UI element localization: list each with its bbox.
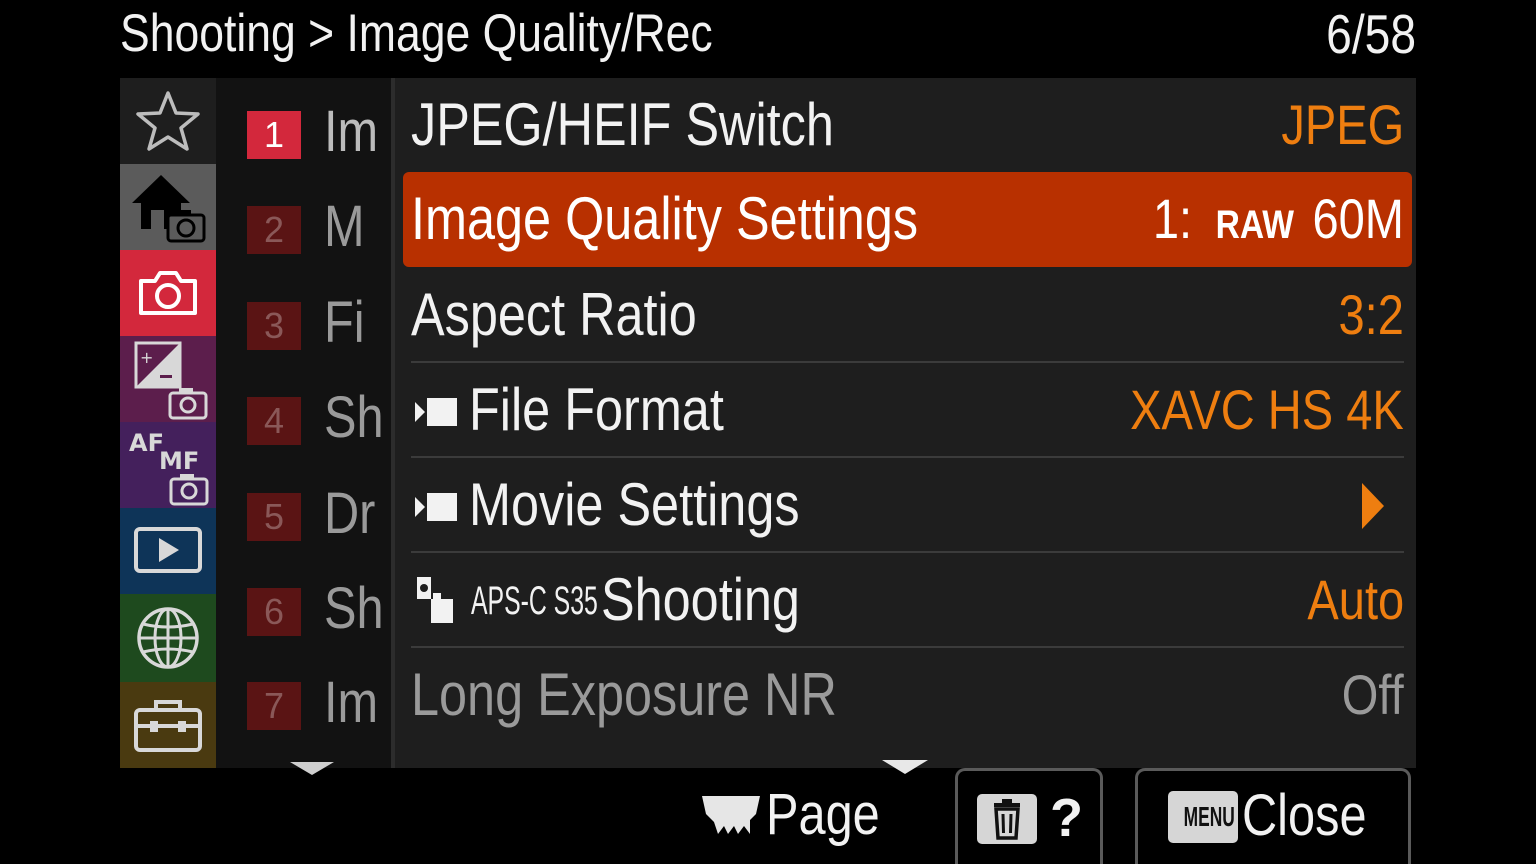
- subtab-label: Sh: [324, 385, 384, 450]
- menu-item-image-quality-settings[interactable]: Image Quality Settings 1: RAW 60M: [403, 172, 1412, 267]
- subtab-list: 1 Im 2 M 3 Fi 4 Sh 5 Dr 6 Sh 7 Im: [216, 78, 391, 768]
- subtab-number: 6: [247, 588, 301, 636]
- subtab-number: 2: [247, 206, 301, 254]
- subtab-2[interactable]: 2 M: [216, 178, 391, 273]
- tab-exposure-color[interactable]: +: [120, 336, 216, 422]
- item-label: Image Quality Settings: [411, 185, 919, 252]
- page-hint: Page: [700, 778, 900, 852]
- tab-my-menu[interactable]: [120, 78, 216, 164]
- delete-help-button[interactable]: ?: [955, 768, 1103, 864]
- subtab-6[interactable]: 6 Sh: [216, 560, 391, 655]
- svg-text:MF: MF: [159, 447, 199, 475]
- menu-item-list: JPEG/HEIF Switch JPEG Image Quality Sett…: [391, 78, 1416, 768]
- dial-icon: [702, 796, 760, 834]
- tab-main[interactable]: [120, 164, 216, 250]
- globe-icon: [137, 607, 199, 669]
- item-value: 3:2: [1338, 283, 1404, 346]
- menu-item-apsc-s35-shooting[interactable]: APS-C S35 Shooting Auto: [411, 553, 1404, 648]
- tab-shooting[interactable]: [120, 250, 216, 336]
- item-value: XAVC HS 4K: [1130, 378, 1404, 441]
- header: Shooting > Image Quality/Rec 6/58: [0, 0, 1536, 78]
- item-value: JPEG: [1281, 93, 1404, 156]
- item-value: 1: RAW 60M: [1105, 181, 1404, 263]
- menu-item-movie-settings[interactable]: Movie Settings: [411, 458, 1404, 553]
- toolbox-icon: [134, 700, 202, 752]
- subtab-5[interactable]: 5 Dr: [216, 465, 391, 560]
- subtab-1[interactable]: 1 Im: [216, 83, 391, 178]
- movie-icon: [415, 493, 457, 521]
- subtab-scroll-down-icon[interactable]: [290, 762, 334, 775]
- menu-scroll-down-icon[interactable]: [882, 760, 928, 774]
- movie-icon: [415, 398, 457, 426]
- tab-setup[interactable]: [120, 682, 216, 768]
- page-counter: 6/58: [1326, 3, 1416, 65]
- af-mf-camera-icon: AF MF: [129, 429, 209, 506]
- item-label: Aspect Ratio: [411, 281, 697, 348]
- subtab-number: 5: [247, 493, 301, 541]
- page-label: Page: [766, 782, 880, 847]
- trash-icon: [977, 794, 1037, 844]
- menu-item-aspect-ratio[interactable]: Aspect Ratio 3:2: [411, 268, 1404, 363]
- item-value: Off: [1342, 663, 1404, 726]
- quality-slot: 1:: [1152, 187, 1193, 250]
- menu-item-file-format[interactable]: File Format XAVC HS 4K: [411, 363, 1404, 458]
- playback-icon: [134, 527, 202, 573]
- subtab-4[interactable]: 4 Sh: [216, 369, 391, 464]
- svg-text:+: +: [140, 348, 153, 367]
- category-tabs: + AF MF: [120, 78, 216, 768]
- item-label: Movie Settings: [469, 471, 800, 538]
- tab-playback[interactable]: [120, 508, 216, 594]
- close-button[interactable]: MENU Close: [1135, 768, 1411, 864]
- item-label: JPEG/HEIF Switch: [411, 91, 834, 158]
- item-label: Shooting: [601, 566, 800, 633]
- exposure-camera-icon: +: [134, 341, 208, 420]
- tab-network[interactable]: [120, 594, 216, 682]
- subtab-label: Im: [324, 99, 379, 164]
- subtab-number: 7: [247, 682, 301, 730]
- home-camera-icon: [132, 175, 206, 243]
- subtab-number: 1: [247, 111, 301, 159]
- chevron-right-icon: [1362, 483, 1384, 529]
- camera-icon: [139, 271, 197, 315]
- subtab-3[interactable]: 3 Fi: [216, 274, 391, 369]
- menu-item-jpeg-heif-switch[interactable]: JPEG/HEIF Switch JPEG: [411, 78, 1404, 173]
- subtab-number: 4: [247, 397, 301, 445]
- subtab-label: M: [324, 194, 365, 259]
- item-label: File Format: [469, 376, 724, 443]
- image-size: 60M: [1312, 187, 1404, 250]
- subtab-label: Fi: [324, 290, 365, 355]
- star-icon: [136, 91, 200, 151]
- item-label: Long Exposure NR: [411, 661, 837, 728]
- page-title: Shooting > Image Quality/Rec: [120, 4, 713, 63]
- subtab-label: Sh: [324, 576, 384, 641]
- apsc-crop-icon: [417, 577, 453, 623]
- subtab-label: Dr: [324, 481, 376, 546]
- menu-key-icon: MENU: [1168, 791, 1238, 843]
- subtab-number: 3: [247, 302, 301, 350]
- subtab-label: Im: [324, 670, 379, 735]
- subtab-7[interactable]: 7 Im: [216, 654, 391, 749]
- close-label: Close: [1242, 783, 1367, 848]
- menu-panel: + AF MF 1 Im 2 M 3 Fi 4 Sh 5 Dr 6 Sh 7 I…: [120, 78, 1416, 768]
- item-value: Auto: [1307, 568, 1404, 631]
- tab-focus[interactable]: AF MF: [120, 422, 216, 508]
- menu-item-long-exposure-nr: Long Exposure NR Off: [411, 648, 1404, 743]
- help-icon: ?: [1050, 788, 1083, 848]
- raw-badge: RAW: [1215, 203, 1295, 247]
